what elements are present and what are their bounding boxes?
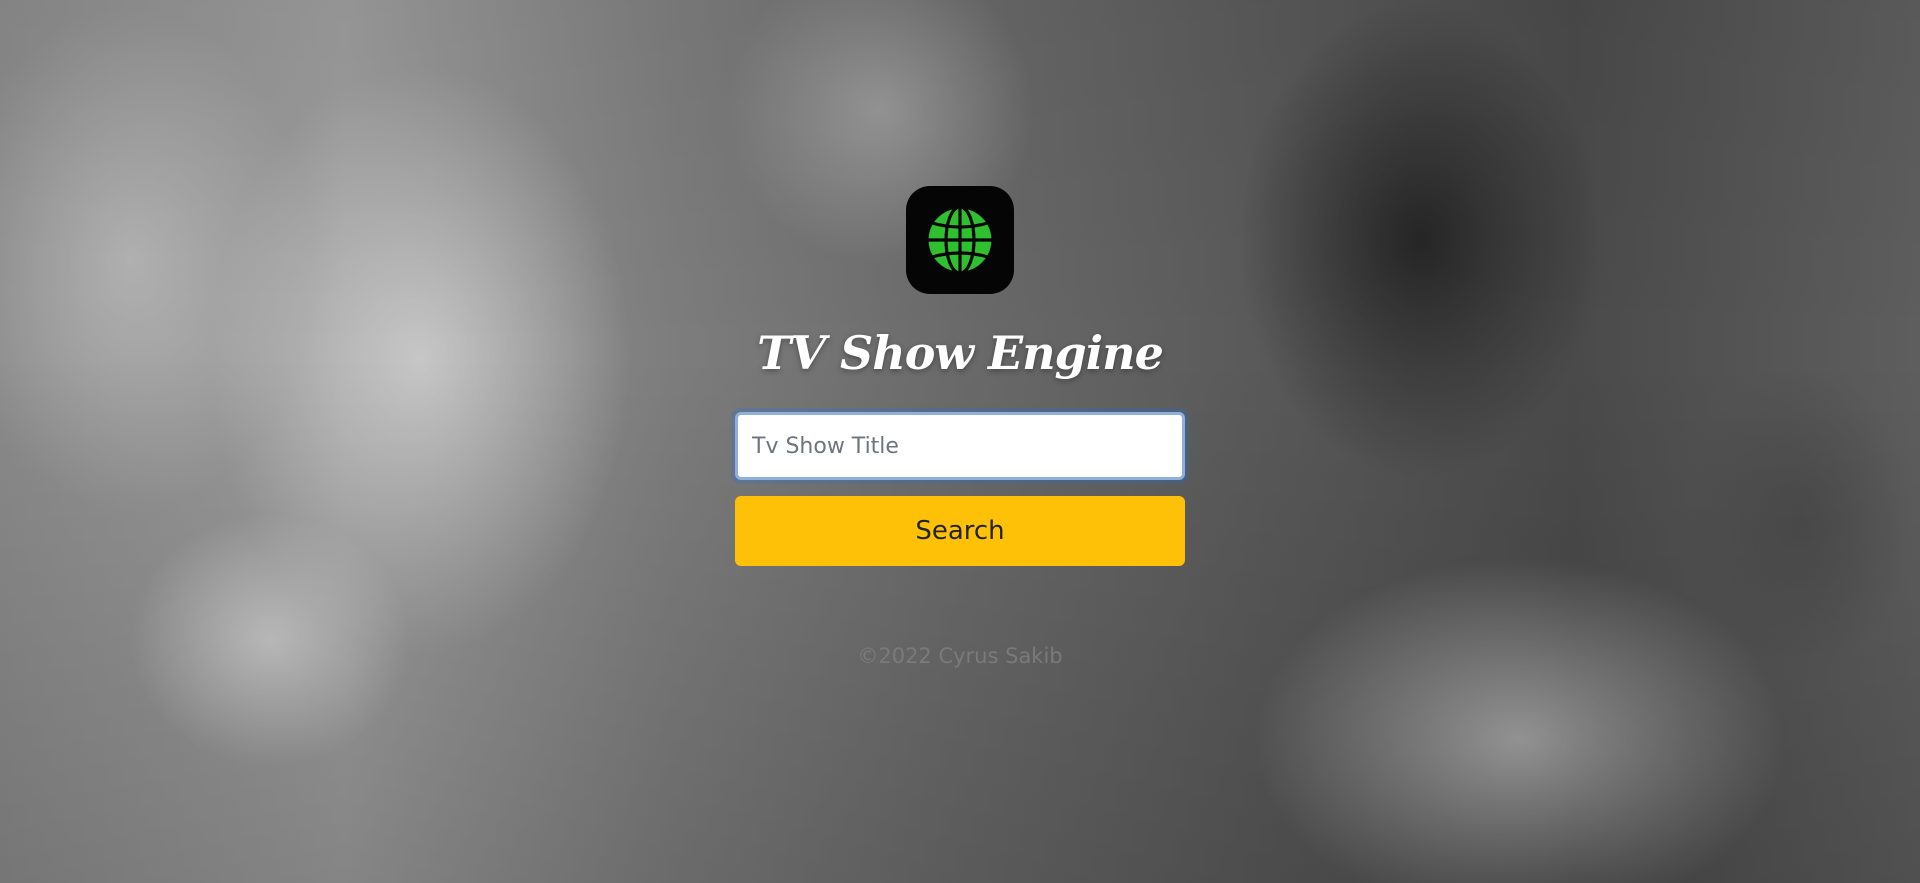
globe-icon [925,205,995,275]
search-page: TV Show Engine Search ©2022 Cyrus Sakib [0,0,1920,883]
copyright-text: ©2022 Cyrus Sakib [857,644,1063,668]
search-button[interactable]: Search [735,496,1185,566]
app-logo [906,186,1014,294]
search-input[interactable] [735,412,1185,480]
page-title: TV Show Engine [757,326,1164,380]
